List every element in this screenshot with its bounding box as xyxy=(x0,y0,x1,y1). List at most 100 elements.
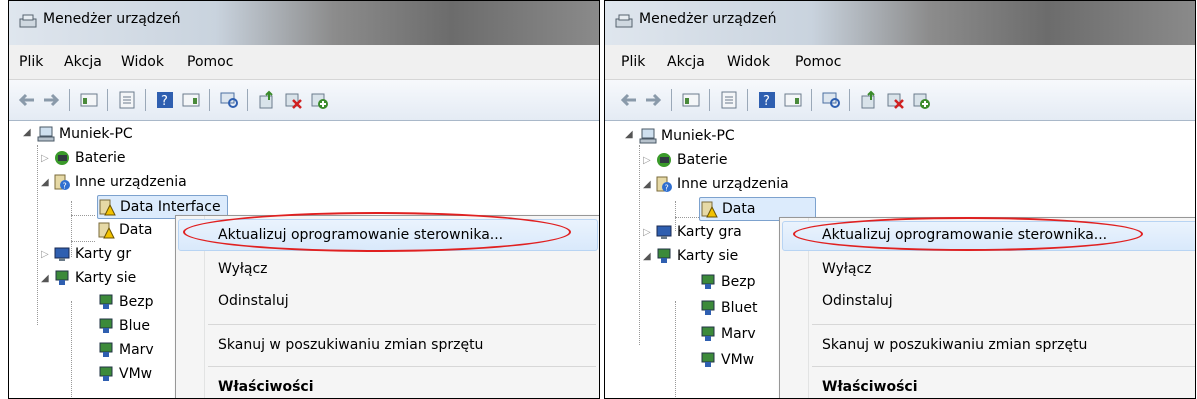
menu-item-scan[interactable]: Skanuj w poszukiwaniu zmian sprzętu xyxy=(176,330,599,360)
title-bar[interactable]: Menedżer urządzeń xyxy=(605,1,1195,45)
expand-arrow-icon[interactable]: ▷ xyxy=(643,155,651,166)
svg-text:?: ? xyxy=(161,94,168,109)
tree-node-baterie[interactable]: Baterie xyxy=(655,149,728,171)
menu-widok[interactable]: Widok xyxy=(727,54,770,70)
collapse-arrow-icon[interactable]: ◢ xyxy=(41,177,49,188)
tree-node-data[interactable]: Data xyxy=(97,219,152,241)
scan-icon[interactable] xyxy=(219,90,239,110)
toolbar-separator xyxy=(747,89,748,111)
view-icon[interactable] xyxy=(783,90,803,110)
view-icon[interactable] xyxy=(181,90,201,110)
network-adapter-icon xyxy=(701,352,715,367)
menu-widok[interactable]: Widok xyxy=(121,54,164,70)
title-bar[interactable]: Menedżer urządzeń xyxy=(9,1,599,45)
tree-node-computer[interactable]: Muniek-PC xyxy=(639,125,735,147)
network-adapter-icon xyxy=(701,274,715,289)
tree-guide-line xyxy=(675,217,699,218)
collapse-arrow-icon[interactable]: ◢ xyxy=(625,129,633,140)
tree-node-inne-urzadzenia[interactable]: ? Inne urządzenia xyxy=(53,171,187,193)
toolbar-separator xyxy=(107,89,108,111)
menu-item-properties[interactable]: Właściwości xyxy=(176,372,599,398)
menu-plik[interactable]: Plik xyxy=(19,54,43,70)
computer-icon xyxy=(37,126,55,142)
expand-arrow-icon[interactable]: ▷ xyxy=(41,153,49,164)
tree-node-baterie[interactable]: Baterie xyxy=(53,147,126,169)
forward-icon[interactable] xyxy=(41,90,61,110)
update-driver-icon[interactable] xyxy=(859,90,879,110)
uninstall-icon[interactable] xyxy=(283,90,303,110)
tree-node-label: Marv xyxy=(119,342,154,358)
collapse-arrow-icon[interactable]: ◢ xyxy=(23,127,31,138)
tree-node-marv[interactable]: Marv xyxy=(699,323,756,345)
network-adapter-icon xyxy=(657,248,671,263)
help-icon[interactable]: ? xyxy=(155,90,175,110)
menu-pomoc[interactable]: Pomoc xyxy=(795,54,841,70)
window-title: Menedżer urządzeń xyxy=(639,11,777,27)
menu-item-scan[interactable]: Skanuj w poszukiwaniu zmian sprzętu xyxy=(780,330,1195,360)
menu-akcja[interactable]: Akcja xyxy=(64,54,102,70)
menu-item-uninstall[interactable]: Odinstaluj xyxy=(780,286,1195,316)
expand-arrow-icon[interactable]: ▷ xyxy=(41,249,49,260)
menu-item-label: Właściwości xyxy=(822,379,918,395)
menu-item-disable[interactable]: Wyłącz xyxy=(780,254,1195,284)
tree-node-karty-sieciowe[interactable]: Karty sie xyxy=(53,267,136,289)
menu-plik[interactable]: Plik xyxy=(621,54,645,70)
tree-node-karty-sieciowe[interactable]: Karty sie xyxy=(655,245,738,267)
toolbar-separator xyxy=(849,89,850,111)
menu-pomoc[interactable]: Pomoc xyxy=(187,54,233,70)
toolbar-separator xyxy=(145,89,146,111)
tree-guide-line xyxy=(71,215,95,216)
tree-node-blue[interactable]: Blue xyxy=(97,315,150,337)
window-title: Menedżer urządzeń xyxy=(43,11,181,27)
toolbar: ? xyxy=(9,80,599,121)
tree-node-computer[interactable]: Muniek-PC xyxy=(37,123,133,145)
back-icon[interactable] xyxy=(619,90,639,110)
back-icon[interactable] xyxy=(17,90,37,110)
tree-node-bezp[interactable]: Bezp xyxy=(97,291,153,313)
toolbar: ? xyxy=(605,80,1195,121)
menu-item-uninstall[interactable]: Odinstaluj xyxy=(176,286,599,316)
menu-item-disable[interactable]: Wyłącz xyxy=(176,254,599,284)
tree-node-karty-graficzne[interactable]: Karty gra xyxy=(655,221,742,243)
network-adapter-icon xyxy=(99,366,113,381)
highlight-ellipse xyxy=(183,212,571,252)
forward-icon[interactable] xyxy=(643,90,663,110)
network-adapter-icon xyxy=(99,342,113,357)
add-hardware-icon[interactable] xyxy=(911,90,931,110)
collapse-arrow-icon[interactable]: ◢ xyxy=(643,179,651,190)
tree-node-label: Marv xyxy=(721,326,756,342)
properties-icon[interactable] xyxy=(681,90,701,110)
tree-node-label: Blue xyxy=(119,318,150,334)
help-icon[interactable]: ? xyxy=(757,90,777,110)
add-hardware-icon[interactable] xyxy=(309,90,329,110)
tree-node-bezp[interactable]: Bezp xyxy=(699,271,755,293)
scan-icon[interactable] xyxy=(821,90,841,110)
menu-item-label: Skanuj w poszukiwaniu zmian sprzętu xyxy=(822,337,1088,353)
properties-icon[interactable] xyxy=(79,90,99,110)
menu-akcja[interactable]: Akcja xyxy=(667,54,705,70)
collapse-arrow-icon[interactable]: ◢ xyxy=(41,273,49,284)
menu-item-label: Odinstaluj xyxy=(822,293,893,309)
tree-node-inne-urzadzenia[interactable]: ? Inne urządzenia xyxy=(655,173,789,195)
tree-node-vmw[interactable]: VMw xyxy=(97,363,152,385)
tree-node-vmw[interactable]: VMw xyxy=(699,349,754,371)
tree-node-label: Inne urządzenia xyxy=(677,176,789,192)
menu-item-properties[interactable]: Właściwości xyxy=(780,372,1195,398)
details-icon[interactable] xyxy=(719,90,739,110)
right-window: Menedżer urządzeń Plik Akcja Widok Pomoc… xyxy=(604,0,1196,399)
update-driver-icon[interactable] xyxy=(257,90,277,110)
details-icon[interactable] xyxy=(117,90,137,110)
menu-bar: Plik Akcja Widok Pomoc xyxy=(605,45,1195,80)
collapse-arrow-icon[interactable]: ◢ xyxy=(643,251,651,262)
toolbar-separator xyxy=(209,89,210,111)
toolbar-separator xyxy=(709,89,710,111)
tree-guide-line xyxy=(37,145,38,325)
left-window: Menedżer urządzeń Plik Akcja Widok Pomoc… xyxy=(8,0,600,399)
uninstall-icon[interactable] xyxy=(885,90,905,110)
tree-node-bluet[interactable]: Bluet xyxy=(699,297,757,319)
tree-node-label: Data Interface xyxy=(120,199,221,215)
tree-node-marv[interactable]: Marv xyxy=(97,339,154,361)
expand-arrow-icon[interactable]: ▷ xyxy=(643,227,651,238)
tree-node-karty-graficzne[interactable]: Karty gr xyxy=(53,243,131,265)
tree-node-label: Karty sie xyxy=(75,270,137,286)
